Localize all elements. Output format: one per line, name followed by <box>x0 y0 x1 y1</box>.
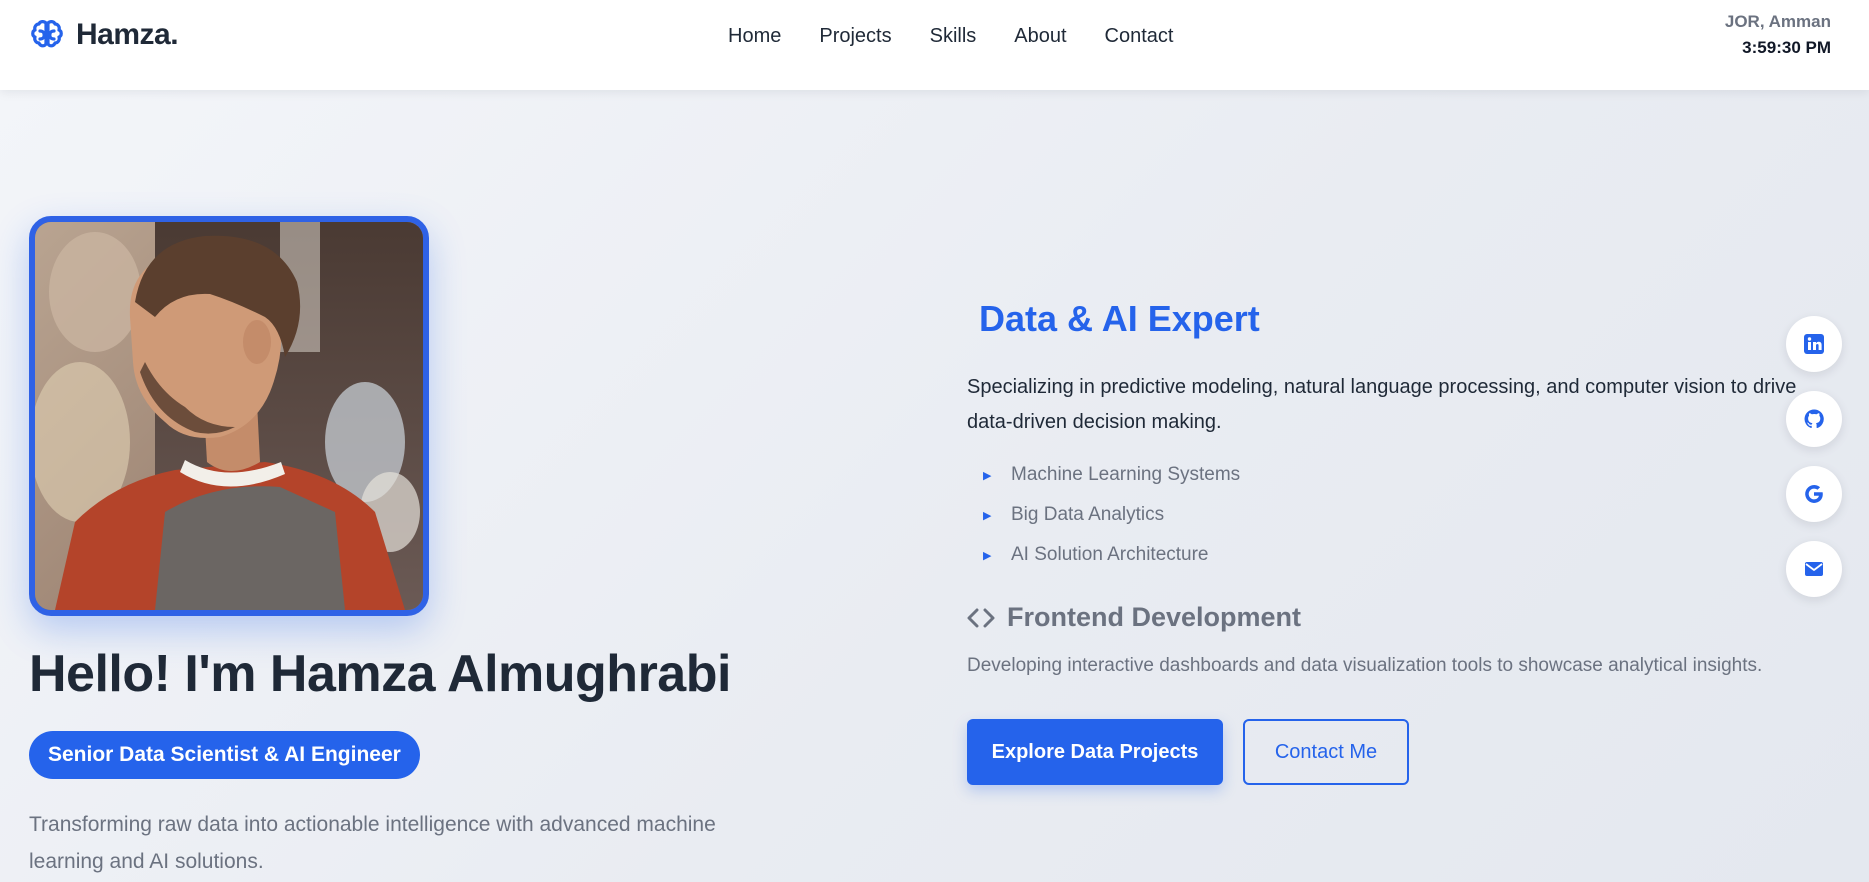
role-badge: Senior Data Scientist & AI Engineer <box>29 731 420 779</box>
explore-projects-button[interactable]: Explore Data Projects <box>967 719 1223 785</box>
location-clock: JOR, Amman 3:59:30 PM <box>1725 12 1831 58</box>
list-item: ▶ Big Data Analytics <box>967 495 1797 535</box>
triangle-bullet-icon: ▶ <box>983 549 992 562</box>
nav-item-home[interactable]: Home <box>728 24 781 48</box>
expertise-panel: Data & AI Expert Specializing in predict… <box>967 298 1797 785</box>
nav-item-about[interactable]: About <box>1014 24 1066 48</box>
frontend-heading: Frontend Development <box>967 602 1797 633</box>
nav-item-skills[interactable]: Skills <box>930 24 977 48</box>
site-header: Hamza. Home Projects Skills About Contac… <box>0 0 1869 90</box>
brand-name: Hamza. <box>76 18 179 51</box>
nav-item-contact[interactable]: Contact <box>1105 24 1174 48</box>
github-icon <box>1804 409 1824 429</box>
github-link[interactable] <box>1786 391 1842 447</box>
main-nav: Home Projects Skills About Contact <box>728 24 1211 48</box>
triangle-bullet-icon: ▶ <box>983 469 992 482</box>
cta-group: Explore Data Projects Contact Me <box>967 719 1797 785</box>
time-label: 3:59:30 PM <box>1742 38 1831 57</box>
nav-item-projects[interactable]: Projects <box>819 24 891 48</box>
feature-label: Big Data Analytics <box>1011 504 1165 525</box>
triangle-bullet-icon: ▶ <box>983 509 992 522</box>
google-link[interactable] <box>1786 466 1842 522</box>
feature-label: Machine Learning Systems <box>1011 464 1241 485</box>
google-icon <box>1805 485 1823 503</box>
hero-tagline: Transforming raw data into actionable in… <box>29 813 716 873</box>
mail-link[interactable] <box>1786 541 1842 597</box>
expertise-description: Specializing in predictive modeling, nat… <box>967 376 1797 433</box>
profile-photo <box>29 216 429 616</box>
frontend-description: Developing interactive dashboards and da… <box>967 655 1763 676</box>
brain-icon <box>31 20 63 48</box>
list-item: ▶ Machine Learning Systems <box>967 455 1797 495</box>
mail-icon <box>1805 562 1823 576</box>
location-label: JOR, Amman <box>1724 12 1831 31</box>
portrait-image <box>35 222 423 610</box>
feature-list: ▶ Machine Learning Systems ▶ Big Data An… <box>967 455 1797 575</box>
brand-logo[interactable]: Hamza. <box>30 18 179 52</box>
hero-greeting: Hello! I'm Hamza Almughrabi <box>29 645 731 703</box>
contact-me-button[interactable]: Contact Me <box>1243 719 1409 785</box>
code-icon <box>967 608 995 627</box>
feature-label: AI Solution Architecture <box>1011 544 1209 565</box>
list-item: ▶ AI Solution Architecture <box>967 535 1797 575</box>
social-links <box>1786 316 1842 616</box>
linkedin-link[interactable] <box>1786 316 1842 372</box>
linkedin-icon <box>1804 334 1824 354</box>
frontend-title: Frontend Development <box>1007 602 1302 632</box>
expertise-title: Data & AI Expert <box>979 298 1260 339</box>
